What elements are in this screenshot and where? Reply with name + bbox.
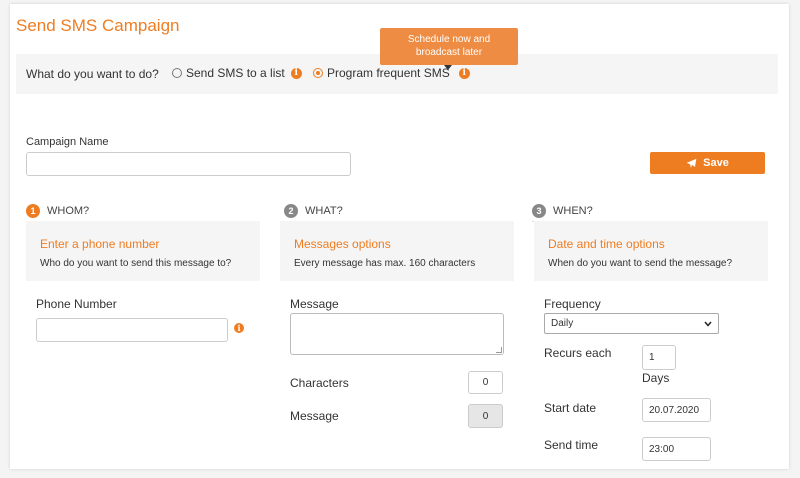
paper-plane-icon (686, 158, 697, 168)
resize-handle-icon[interactable] (496, 347, 502, 353)
save-button[interactable]: Save (650, 152, 765, 174)
radio-circle[interactable] (172, 68, 182, 78)
step-title: WHEN? (553, 204, 593, 217)
step-box-what: Messages options Every message has max. … (280, 221, 514, 281)
step-header-whom: 1 WHOM? (26, 200, 260, 222)
characters-label: Characters (290, 376, 349, 390)
send-time-label: Send time (544, 438, 599, 452)
step-header-when: 3 WHEN? (532, 200, 768, 222)
message-count-field: 0 (468, 404, 503, 428)
tooltip-arrow (444, 65, 452, 70)
message-textarea[interactable] (290, 313, 504, 355)
step-description: Every message has max. 160 characters (294, 258, 476, 269)
phone-number-label: Phone Number (36, 297, 117, 311)
action-question: What do you want to do? (26, 67, 159, 81)
step-heading: Messages options (294, 237, 391, 251)
frequency-value: Daily (551, 318, 574, 329)
info-icon[interactable]: i (458, 67, 470, 79)
step-description: Who do you want to send this message to? (40, 258, 232, 269)
send-time-input[interactable]: 23:00 (642, 437, 711, 461)
recurs-label: Recurs each (544, 346, 612, 360)
page-title: Send SMS Campaign (16, 16, 180, 35)
step-number-badge: 3 (532, 203, 546, 218)
tooltip-text: Schedule now and broadcast later (407, 34, 491, 58)
characters-count-field: 0 (468, 371, 503, 394)
step-title: WHOM? (47, 204, 90, 217)
info-icon[interactable]: i (234, 323, 244, 333)
info-icon[interactable]: i (290, 67, 302, 79)
radio-send-to-list[interactable]: Send SMS to a list i (172, 66, 302, 80)
step-number-badge: 2 (284, 203, 298, 218)
start-date-label: Start date (544, 401, 597, 415)
step-title: WHAT? (305, 204, 343, 217)
recurs-unit-label: Days (642, 371, 670, 385)
campaign-name-label: Campaign Name (26, 136, 109, 148)
step-description: When do you want to send the message? (548, 258, 733, 269)
frequency-select[interactable]: Daily (544, 313, 719, 334)
tooltip: Schedule now and broadcast later (380, 28, 518, 65)
campaign-card: Send SMS Campaign What do you want to do… (10, 4, 789, 469)
step-heading: Date and time options (548, 237, 665, 251)
step-number-badge: 1 (26, 203, 40, 218)
step-header-what: 2 WHAT? (284, 200, 514, 222)
step-box-whom: Enter a phone number Who do you want to … (26, 221, 260, 281)
recurs-input[interactable]: 1 (642, 345, 676, 370)
step-box-when: Date and time options When do you want t… (534, 221, 768, 281)
radio-label-program-frequent: Program frequent SMS (327, 66, 450, 80)
start-date-input[interactable]: 20.07.2020 (642, 398, 711, 422)
radio-circle-selected[interactable] (313, 68, 323, 78)
phone-number-input[interactable] (36, 318, 228, 342)
frequency-label: Frequency (544, 297, 601, 311)
message-count-label: Message (290, 409, 339, 423)
step-heading: Enter a phone number (40, 237, 160, 251)
chevron-down-icon (704, 321, 712, 327)
save-button-label: Save (703, 157, 729, 169)
campaign-name-input[interactable] (26, 152, 351, 176)
radio-label-send-to-list: Send SMS to a list (186, 66, 285, 80)
message-label: Message (290, 297, 339, 311)
